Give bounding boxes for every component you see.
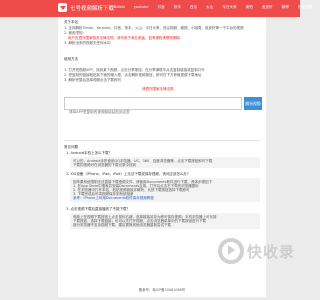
nav-item[interactable]: 微博: [282, 5, 289, 10]
nav-item[interactable]: 火山: [206, 5, 213, 10]
site-logo[interactable]: 七号视频解析下载: [58, 3, 114, 12]
faq-question: 1. Android手机上怎么下载？: [66, 151, 112, 155]
footer-icp-record[interactable]: 备案号：粤ICP备20061068号: [58, 287, 266, 292]
watermark-text: 快收录: [247, 242, 296, 261]
site-logo-text: 七号视频解析下载: [70, 5, 115, 12]
parse-video-button[interactable]: 解析视频: [244, 97, 262, 110]
intro-line: 3. 解析出来的视频无任何水印: [64, 41, 111, 45]
intro-line: 2. 使用须知：: [64, 31, 86, 35]
usage-line: 1. 打开短视频APP，找到某个视频，点击分享按钮，在分享弹框中点击复制链接或复…: [64, 68, 205, 72]
download-arrow-icon: [58, 3, 67, 12]
nav-item[interactable]: 快手: [174, 5, 181, 10]
top-navigation-bar: 七号视频解析下载 Bilibili youtube 抖音 快手 西瓜 火山 今日…: [0, 0, 312, 17]
nav-item[interactable]: 抖音: [158, 5, 165, 10]
faq-heading: 常见问题: [64, 145, 78, 149]
faq-question: 3. 点击视频下载后直接播放了不能下载？: [66, 207, 130, 211]
intro-warning: 用户应遵守国家相关法律法规，请勿用于商业用途，如有侵权请联系删除: [68, 36, 180, 40]
site-watermark: 快收录: [218, 238, 295, 264]
section-divider: [64, 140, 260, 141]
faq-question: 2. iOS设备（iPhone、iPad、iPod）上无法下载或保存视频，请问应…: [66, 172, 191, 176]
nav-item[interactable]: youtube: [134, 5, 149, 10]
nav-item[interactable]: 美拍: [246, 5, 253, 10]
faq-answer-line: 部分浏览器不支持视频下载，建议更换其他浏览器重新尝试下载: [73, 223, 171, 227]
play-circle-icon: [218, 238, 244, 264]
nav-item[interactable]: 西瓜: [190, 5, 197, 10]
platform-nav: Bilibili youtube 抖音 快手 西瓜 火山 今日头条 美拍 皮皮虾…: [114, 5, 320, 10]
video-url-input[interactable]: [65, 106, 241, 118]
faq-answer-box: 可以的，Android手机使用QQ浏览器、UC、360、百度浏览器等，点击下载按…: [70, 157, 260, 168]
faq-answer-box: 电脑上在视频下载按钮上点击鼠标右键，选择链接另存为即可保存视频；手机浏览器上可长…: [70, 213, 260, 229]
nav-item[interactable]: 皮皮虾: [262, 5, 273, 10]
intro-heading: 关于本站: [64, 20, 78, 24]
nav-item[interactable]: 今日头条: [222, 5, 236, 10]
faq-answer-box: 因苹果系统限制无法直接下载视频文件，请使用Documents软件进行下载，具体步…: [70, 178, 260, 202]
video-url-search-box: [64, 97, 242, 118]
documents-tutorial-link[interactable]: 参考：iPhone上利用Documents软件保存视频教程: [73, 196, 154, 200]
legal-notice: 请遵守国家法律法规: [142, 87, 174, 91]
nav-item[interactable]: Bilibili: [114, 5, 125, 10]
usage-heading: 使用方法: [64, 57, 78, 61]
nav-item[interactable]: 好看视频: [298, 5, 312, 10]
usage-line: 2. 把复制的链接粘贴到下面的输入框，点击解析视频按钮，即可在下方获取视频下载地…: [64, 73, 202, 77]
faq-answer-line: 下载的视频可在浏览器的下载记录中找到: [73, 163, 136, 167]
intro-line: 1. 支持解析Tiktok、Youtube、抖音、快手、火山、今日头条、西瓜视频…: [64, 26, 244, 30]
usage-line: 3. 解析完整后选择视频点击下载即可: [64, 78, 121, 82]
